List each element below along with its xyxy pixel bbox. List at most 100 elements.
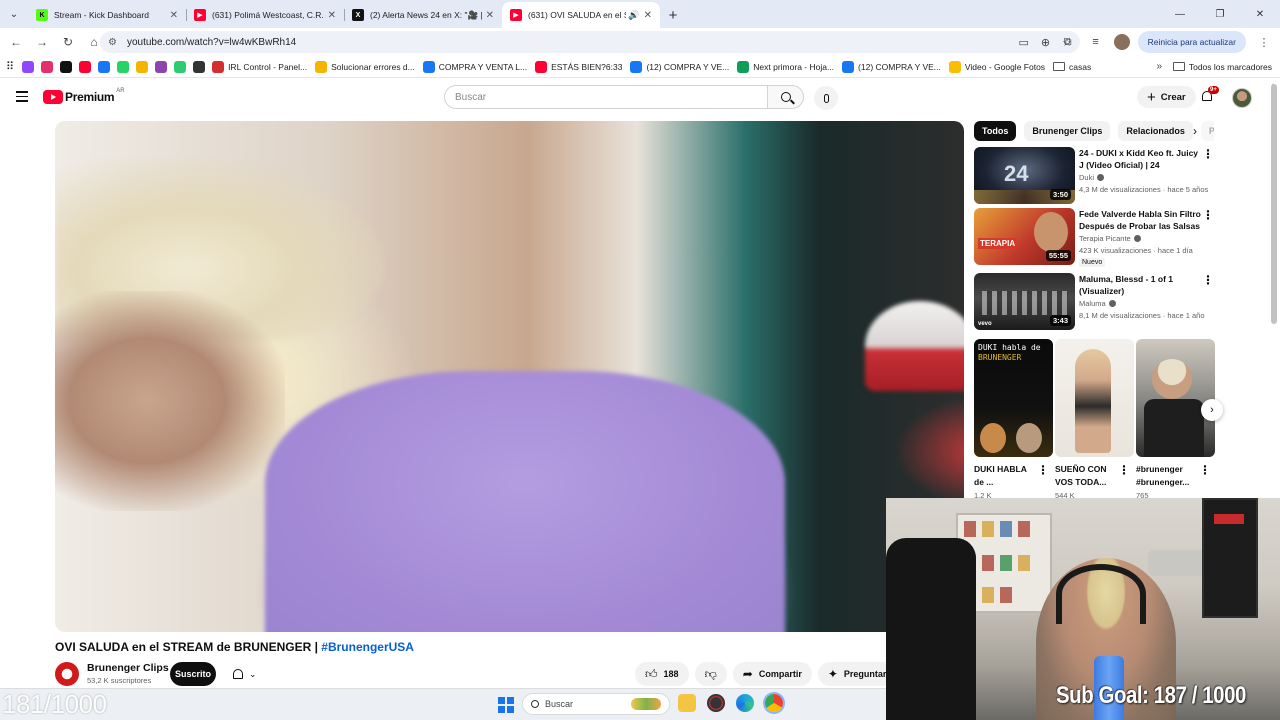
new-tab-button[interactable]: + (660, 2, 686, 28)
recommendation-item[interactable]: TERAPIA 55:55 Fede Valverde Habla Sin Fi… (974, 208, 1220, 267)
video-hashtag-link[interactable]: #BrunengerUSA (321, 640, 414, 654)
apps-grid-icon[interactable]: ⠿ (6, 60, 14, 73)
more-actions-icon[interactable]: ⋮ (1037, 463, 1049, 477)
short-title[interactable]: #brunenger #brunenger... (1136, 463, 1198, 489)
video-title[interactable]: Maluma, Blessd - 1 of 1 (Visualizer) (1079, 273, 1201, 297)
video-title[interactable]: Fede Valverde Habla Sin Filtro Después d… (1079, 208, 1201, 232)
tab-close-icon[interactable]: ✕ (644, 10, 652, 21)
taskbar-search[interactable]: Buscar (522, 693, 670, 715)
notification-settings-button[interactable]: ⌄ (225, 662, 265, 686)
browser-tab-kick[interactable]: K Stream - Kick Dashboard ✕ (28, 2, 186, 28)
bookmarks-overflow-icon[interactable]: » (1156, 61, 1162, 72)
browser-tab-ovi-saluda[interactable]: ▶ (631) OVI SALUDA en el STR 🔊 ✕ (502, 2, 660, 28)
video-thumbnail[interactable]: vevo 3:43 (974, 273, 1075, 330)
bookmark-icon-item[interactable] (22, 60, 38, 73)
more-actions-icon[interactable]: ⋮ (1202, 274, 1214, 286)
bookmark-item[interactable]: Solucionar errores d... (315, 60, 415, 73)
share-button[interactable]: ➦ Compartir (732, 662, 812, 686)
tab-close-icon[interactable]: ✕ (170, 10, 178, 21)
close-window-button[interactable]: ✕ (1240, 0, 1280, 28)
short-item[interactable]: DUKI habla de BRUNENGER DUKI HABLA de ...… (974, 339, 1053, 499)
search-button[interactable] (767, 85, 804, 109)
short-thumbnail[interactable] (1055, 339, 1134, 457)
like-button[interactable]: 👍︎ 188 (635, 662, 689, 686)
relaunch-to-update-button[interactable]: Reinicia para actualizar (1137, 31, 1246, 53)
browser-tab-polima[interactable]: ▶ (631) Polimá Westcoast, C.R.O ✕ (186, 2, 344, 28)
more-actions-icon[interactable]: ⋮ (1118, 463, 1130, 477)
bookmark-icon-item[interactable] (136, 60, 152, 73)
more-actions-icon[interactable]: ⋮ (1202, 148, 1214, 160)
site-info-icon[interactable]: ⚙ (108, 37, 117, 48)
bookmark-item[interactable]: Next primora - Hoja... (737, 60, 834, 73)
bookmark-item[interactable]: IRL Control - Panel... (212, 60, 307, 73)
channel-name[interactable]: Maluma (1079, 299, 1106, 308)
bookmark-icon-item[interactable] (79, 60, 95, 73)
restore-button[interactable]: ❐ (1200, 0, 1240, 28)
audio-playing-icon[interactable]: 🔊 (628, 10, 639, 21)
short-item[interactable]: #brunenger #brunenger... 765 ⋮ (1136, 339, 1215, 499)
youtube-premium-logo[interactable]: Premium AR (43, 88, 125, 104)
kebab-menu-icon[interactable]: ⋮ (1254, 32, 1274, 52)
bookmark-icon-item[interactable] (193, 60, 209, 73)
all-bookmarks-button[interactable]: Todos los marcadores (1172, 62, 1272, 72)
more-actions-icon[interactable]: ⋮ (1199, 463, 1211, 477)
chip-partial[interactable]: Pa (1200, 121, 1214, 141)
create-button[interactable]: + Crear (1137, 86, 1196, 108)
recommendation-item[interactable]: vevo 3:43 Maluma, Blessd - 1 of 1 (Visua… (974, 273, 1220, 331)
chip-relacionados[interactable]: Relacionados (1118, 121, 1193, 141)
bookmark-item[interactable]: Video - Google Fotos (948, 60, 1045, 73)
short-item[interactable]: SUEÑO CON VOS TODA... 544 K ⋮ (1055, 339, 1134, 499)
short-title[interactable]: SUEÑO CON VOS TODA... (1055, 463, 1117, 489)
video-player[interactable] (55, 121, 964, 632)
video-thumbnail[interactable]: TERAPIA 55:55 (974, 208, 1075, 265)
account-avatar[interactable] (1232, 88, 1252, 108)
tab-search-menu-icon[interactable]: ⌄ (0, 0, 28, 28)
extensions-icon[interactable]: ⧉ (1058, 32, 1078, 52)
chip-todos[interactable]: Todos (974, 121, 1017, 141)
ask-button[interactable]: ✦ Preguntar (817, 662, 897, 686)
cast-icon[interactable]: ▭ (1019, 36, 1029, 49)
bookmark-icon-item[interactable] (41, 60, 57, 73)
channel-name[interactable]: Terapia Picante (1079, 234, 1131, 243)
short-thumbnail[interactable] (1136, 339, 1215, 457)
edge-icon[interactable] (736, 694, 754, 712)
video-title[interactable]: 24 - DUKI x Kidd Keo ft. Juicy J (Video … (1079, 147, 1201, 171)
bookmark-item[interactable]: COMPRA Y VENTA L... (422, 60, 527, 73)
chevron-right-icon[interactable]: › (1193, 124, 1197, 138)
channel-name[interactable]: Brunenger Clips (87, 662, 169, 674)
windows-start-icon[interactable] (498, 697, 514, 713)
short-title[interactable]: DUKI HABLA de ... (974, 463, 1036, 489)
voice-search-button[interactable] (814, 86, 838, 110)
browser-tab-alerta-news[interactable]: X (2) Alerta News 24 en X: "🎥 | ✕ (344, 2, 502, 28)
reload-icon[interactable]: ↻ (56, 30, 80, 54)
channel-name[interactable]: Duki (1079, 173, 1094, 182)
profile-avatar[interactable] (1113, 34, 1130, 50)
bookmark-icon-item[interactable] (117, 60, 133, 73)
tab-close-icon[interactable]: ✕ (328, 10, 336, 21)
bookmark-icon-item[interactable] (60, 60, 76, 73)
chrome-icon[interactable] (765, 694, 783, 712)
media-controls-icon[interactable]: ≡ (1086, 32, 1106, 52)
bookmark-icon-item[interactable] (98, 60, 114, 73)
minimize-button[interactable]: — (1160, 0, 1200, 28)
obs-icon[interactable] (707, 694, 725, 712)
page-scrollbar[interactable] (1271, 84, 1277, 324)
channel-avatar[interactable] (55, 662, 79, 686)
dislike-button[interactable]: 👎︎ (694, 662, 727, 686)
zoom-icon[interactable]: ⊕ (1041, 36, 1050, 49)
bookmark-item[interactable]: (12) COMPRA Y VE... (630, 60, 729, 73)
tab-close-icon[interactable]: ✕ (486, 10, 494, 21)
recommendation-item[interactable]: 24 3:50 24 - DUKI x Kidd Keo ft. Juicy J… (974, 147, 1220, 205)
short-thumbnail[interactable]: DUKI habla de BRUNENGER (974, 339, 1053, 457)
bookmark-item[interactable]: ESTÁS BIEN?6:33 (535, 60, 622, 73)
address-bar[interactable]: ⚙ youtube.com/watch?v=lw4wKBwRh14 ▭ ⊕ ☆ (100, 31, 1080, 53)
chip-brunenger-clips[interactable]: Brunenger Clips (1024, 121, 1111, 141)
shorts-next-button[interactable]: › (1201, 399, 1223, 421)
notifications-button[interactable]: 9+ (1200, 86, 1219, 105)
subscribed-button[interactable]: Suscrito (170, 662, 216, 686)
forward-arrow-icon[interactable]: → (30, 30, 54, 54)
file-explorer-icon[interactable] (678, 694, 696, 712)
back-arrow-icon[interactable]: ← (4, 30, 28, 54)
search-input[interactable]: Buscar (444, 85, 767, 109)
more-actions-icon[interactable]: ⋮ (1202, 209, 1214, 221)
